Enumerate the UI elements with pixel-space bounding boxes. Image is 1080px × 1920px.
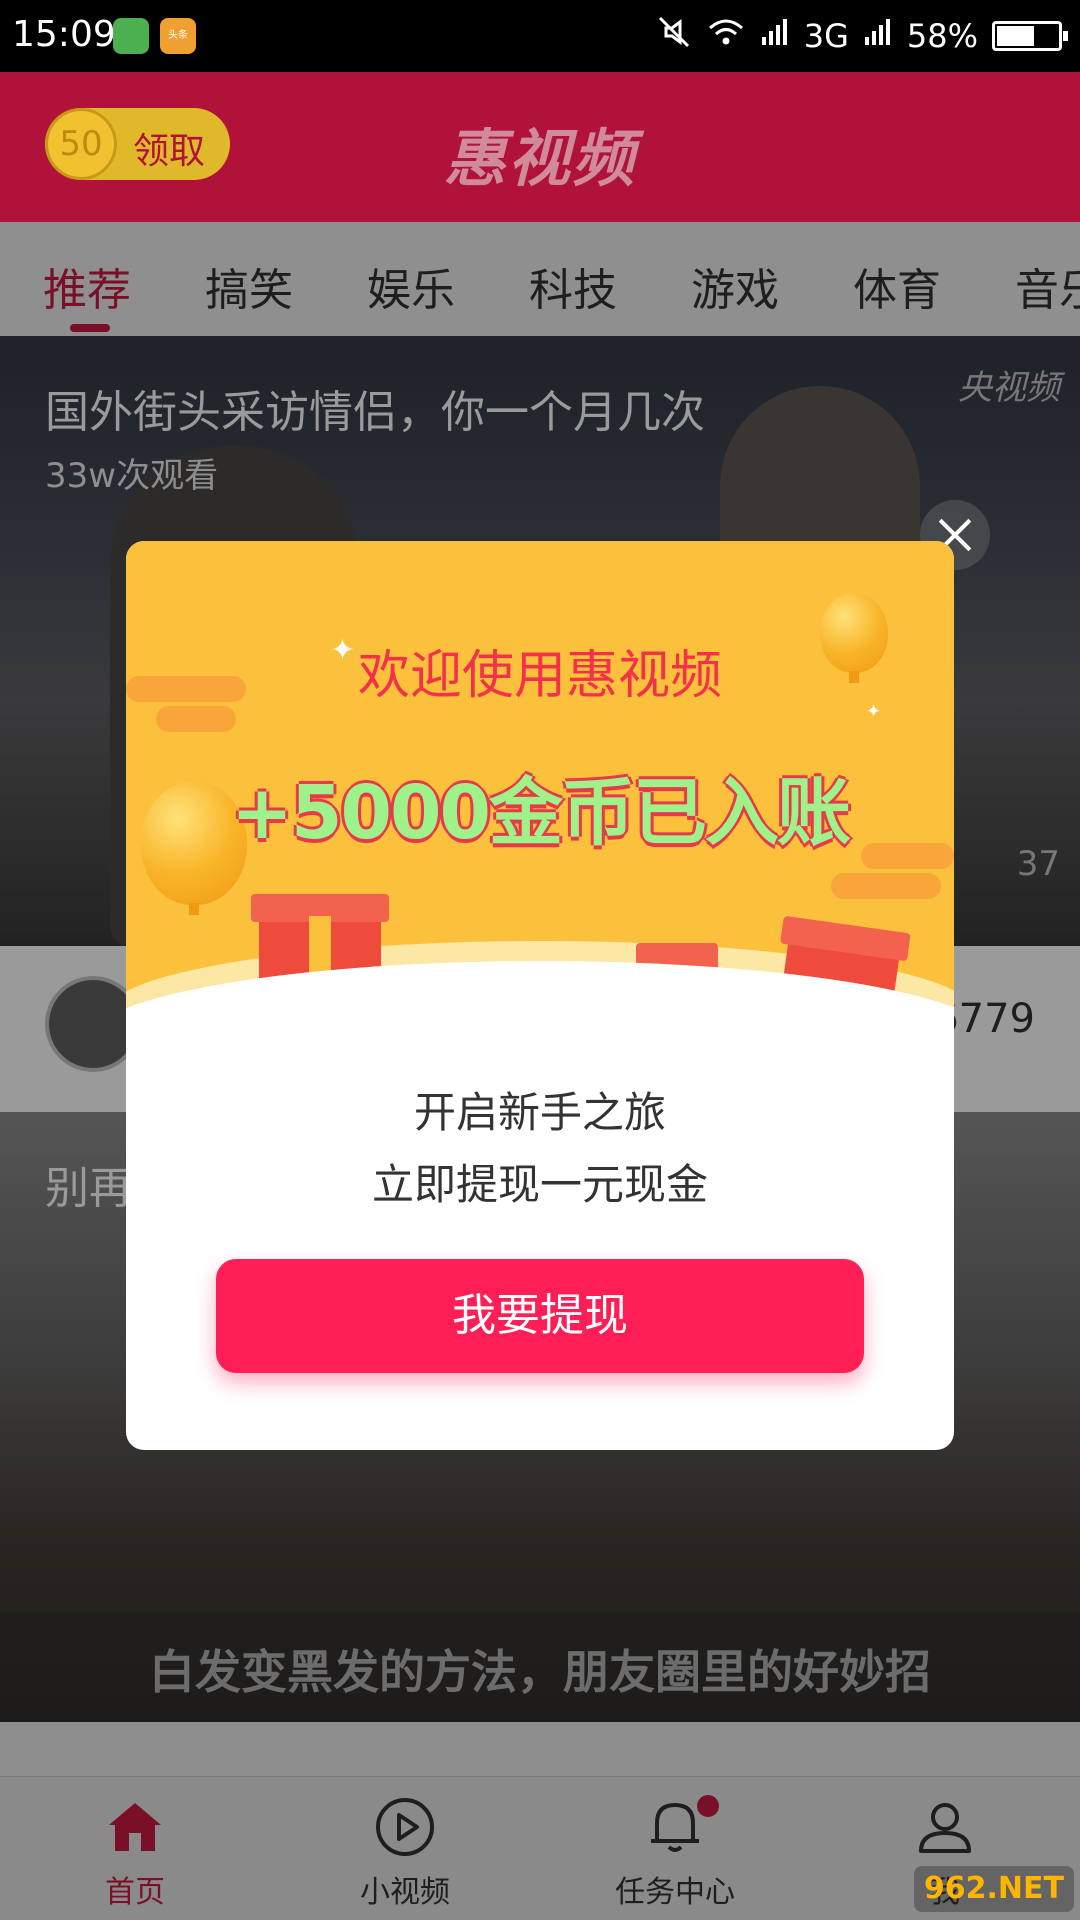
tab-music[interactable]: 音乐 [1015, 254, 1080, 318]
signal-icon [760, 17, 790, 55]
notification-dot [697, 1795, 719, 1817]
tab-games[interactable]: 游戏 [691, 254, 779, 318]
signal-icon-2 [863, 17, 893, 55]
play-icon [376, 1798, 434, 1856]
home-icon [109, 1803, 161, 1851]
status-time: 15:09 [12, 14, 116, 55]
dialog-banner: ✦ ✦ 欢迎使用惠视频 +5000金币已入账 ¥ ¥ [126, 541, 954, 1161]
battery-percent: 58% [906, 17, 978, 55]
nav-short-video-label: 小视频 [360, 1875, 450, 1910]
site-watermark: 962.NET [913, 1866, 1074, 1912]
tab-recommend[interactable]: 推荐 [43, 254, 131, 318]
nav-task-center[interactable]: 任务中心 [575, 1795, 775, 1911]
tab-sports[interactable]: 体育 [853, 254, 941, 318]
video-watermark: 央视频 [958, 368, 1060, 408]
dialog-line-2: 立即提现一元现金 [371, 1160, 708, 1209]
app-header: 50 领取 惠视频 [0, 72, 1080, 222]
wifi-icon [706, 16, 746, 56]
tab-entertainment[interactable]: 娱乐 [367, 254, 455, 318]
welcome-dialog: ✦ ✦ 欢迎使用惠视频 +5000金币已入账 ¥ ¥ 开启新手之旅 立即提现一元… [126, 541, 954, 1450]
video-views: 33w次观看 [45, 456, 219, 496]
tab-tech[interactable]: 科技 [529, 254, 617, 318]
status-indicators: 3G 58% [656, 14, 1068, 58]
video-title-2: 别再 [45, 1163, 133, 1214]
status-bar: 15:09 头条 3G 58% [0, 0, 1080, 72]
nav-home-label: 首页 [105, 1875, 165, 1910]
video-duration: 37 [1016, 844, 1060, 884]
battery-icon [992, 21, 1068, 51]
toutiao-notification-icon: 头条 [160, 18, 196, 54]
reward-text: +5000金币已入账 [231, 770, 851, 856]
video-card-3 [0, 1722, 1080, 1776]
app-logo-title: 惠视频 [443, 122, 636, 195]
video-caption: 白发变黑发的方法，朋友圈里的好妙招 [149, 1645, 931, 1699]
network-type: 3G [803, 17, 849, 55]
active-tab-indicator [70, 324, 110, 332]
video-title: 国外街头采访情侣，你一个月几次 [45, 387, 705, 438]
app-notification-icon [113, 18, 149, 54]
nav-task-center-label: 任务中心 [615, 1875, 735, 1910]
nav-home[interactable]: 首页 [35, 1795, 235, 1911]
withdraw-button[interactable]: 我要提现 [216, 1259, 864, 1373]
tab-funny[interactable]: 搞笑 [205, 254, 293, 318]
mute-icon [656, 14, 692, 58]
nav-short-video[interactable]: 小视频 [305, 1795, 505, 1911]
dialog-title: 欢迎使用惠视频 [357, 646, 722, 706]
dialog-line-1: 开启新手之旅 [413, 1088, 666, 1137]
user-icon [919, 1803, 971, 1853]
category-tabs: 推荐 搞笑 娱乐 科技 游戏 体育 音乐 [0, 222, 1080, 336]
